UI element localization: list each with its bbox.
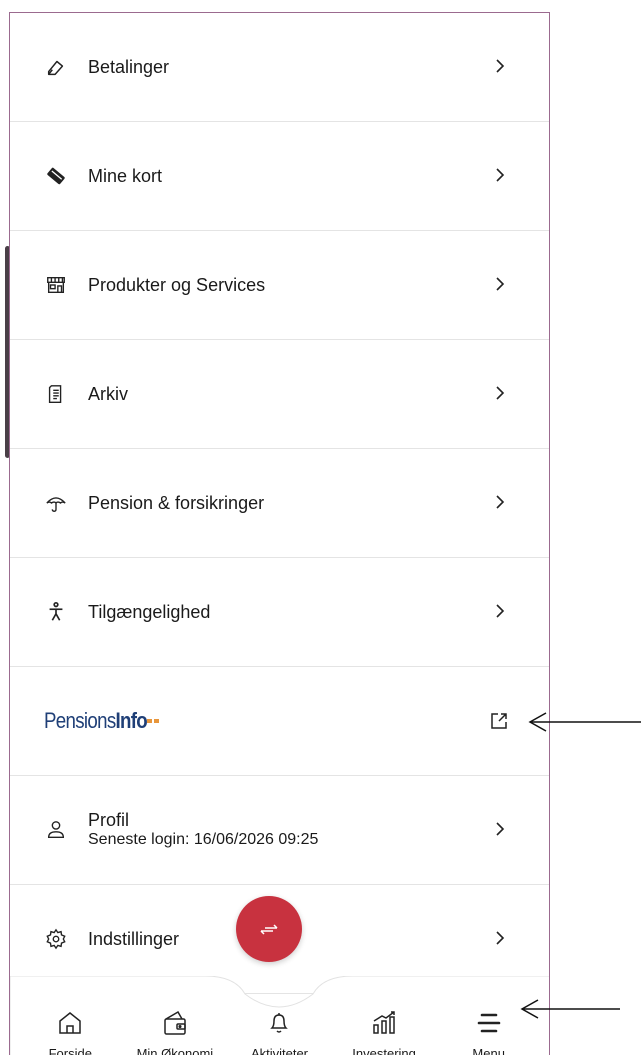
nav-label: Forside	[48, 1046, 92, 1055]
card-icon	[44, 164, 68, 188]
nav-investering[interactable]: Investering	[334, 1006, 434, 1055]
menu-item-pensionsinfo[interactable]: PensionsInfo	[10, 667, 549, 776]
menu-item-mine-kort[interactable]: Mine kort	[10, 122, 549, 231]
profile-text: Profil Seneste login: 16/06/2026 09:25	[88, 811, 493, 849]
menu-list: Betalinger Mine kort Produkter og Servic…	[10, 13, 549, 994]
menu-item-label: Produkter og Services	[88, 274, 266, 295]
wallet-icon	[162, 1006, 188, 1036]
menu-item-label: Arkiv	[88, 383, 128, 404]
nav-forside[interactable]: Forside	[20, 1006, 120, 1055]
annotation-arrow-left	[520, 999, 620, 1019]
umbrella-icon	[44, 491, 68, 515]
home-icon	[57, 1006, 83, 1036]
accessibility-icon	[44, 600, 68, 624]
menu-item-betalinger[interactable]: Betalinger	[10, 13, 549, 122]
user-icon	[44, 818, 68, 842]
last-login-text: Seneste login: 16/06/2026 09:25	[88, 831, 319, 848]
document-icon	[44, 382, 68, 406]
chevron-right-icon	[493, 604, 509, 620]
chevron-right-icon	[493, 168, 509, 184]
menu-item-profil[interactable]: Profil Seneste login: 16/06/2026 09:25	[10, 776, 549, 885]
chevron-right-icon	[493, 386, 509, 402]
nav-label: Menu	[472, 1046, 505, 1055]
menu-item-pension[interactable]: Pension & forsikringer	[10, 449, 549, 558]
chevron-right-icon	[493, 931, 509, 947]
bottom-navigation: Forside Min Økonomi Aktiviteter Invester…	[10, 976, 549, 1055]
external-link-icon	[489, 711, 509, 731]
menu-icon	[476, 1006, 502, 1036]
nav-min-okonomi[interactable]: Min Økonomi	[125, 1006, 225, 1055]
annotation-arrow-left	[528, 712, 641, 732]
nav-label: Investering	[352, 1046, 416, 1055]
menu-item-label: Pension & forsikringer	[88, 492, 265, 513]
chevron-right-icon	[493, 822, 509, 838]
chevron-right-icon	[493, 495, 509, 511]
profile-label: Profil	[88, 810, 130, 830]
bell-icon	[266, 1006, 292, 1036]
transfer-icon	[260, 924, 278, 935]
chart-icon	[371, 1006, 397, 1036]
menu-item-label: Betalinger	[88, 56, 170, 77]
menu-item-arkiv[interactable]: Arkiv	[10, 340, 549, 449]
gear-icon	[44, 927, 68, 951]
menu-item-tilgaengelighed[interactable]: Tilgængelighed	[10, 558, 549, 667]
transfer-button[interactable]	[236, 896, 302, 962]
nav-label: Aktiviteter	[250, 1046, 309, 1055]
menu-item-label: Mine kort	[88, 165, 163, 186]
chevron-right-icon	[493, 277, 509, 293]
chevron-right-icon	[493, 59, 509, 75]
nav-aktiviteter[interactable]: Aktiviteter	[229, 1006, 329, 1055]
menu-item-produkter[interactable]: Produkter og Services	[10, 231, 549, 340]
pensionsinfo-logo: PensionsInfo	[44, 708, 489, 734]
menu-item-label: Tilgængelighed	[88, 601, 211, 622]
store-icon	[44, 273, 68, 297]
pen-icon	[44, 55, 68, 79]
nav-label: Min Økonomi	[136, 1046, 214, 1055]
